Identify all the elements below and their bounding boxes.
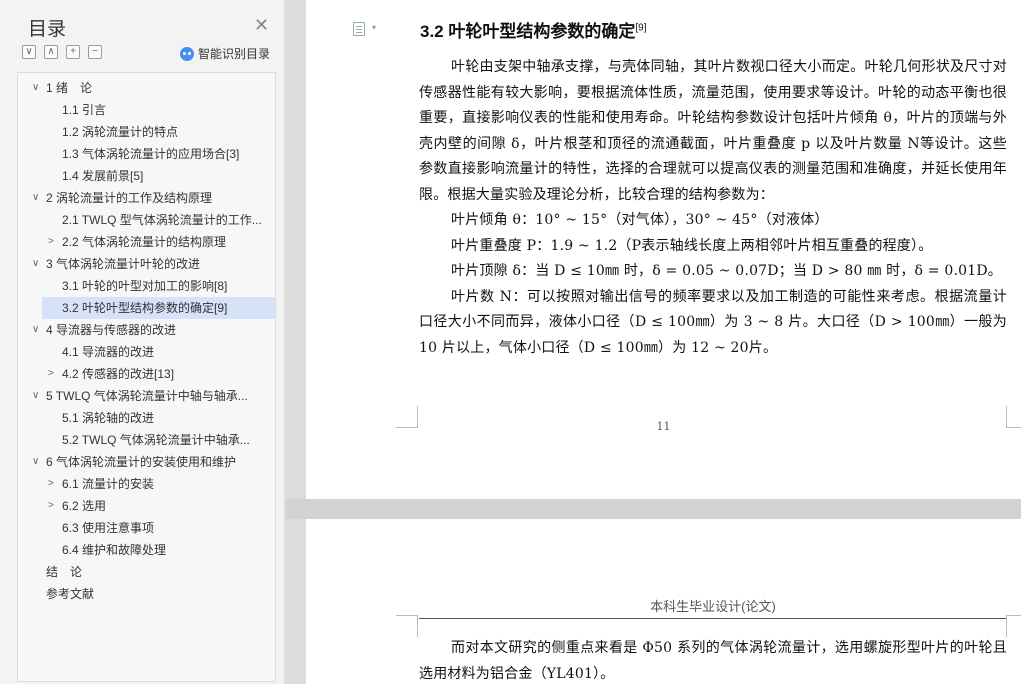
page-number: 11 <box>656 420 671 433</box>
chevron-right-icon[interactable]: > <box>48 363 54 385</box>
toc-item[interactable]: 1.4 发展前景[5] <box>18 165 275 187</box>
toc-item-label: 6.2 选用 <box>62 499 107 513</box>
body-text: 而对本文研究的侧重点来看是 Φ50 系列的气体涡轮流量计，选用螺旋形型叶片的叶轮… <box>419 636 1007 684</box>
toc-item-label: 参考文献 <box>46 587 95 601</box>
body-text: 叶轮由支架中轴承支撑，与壳体同轴，其叶片数视口径大小而定。叶轮几何形状及尺寸对传… <box>419 55 1007 361</box>
margin-marker <box>396 615 418 637</box>
toc-item[interactable]: 6.4 维护和故障处理 <box>18 539 275 561</box>
toc-item[interactable]: ∨ 5 TWLQ 气体涡轮流量计中轴与轴承... <box>18 385 275 407</box>
toc-item[interactable]: >6.2 选用 <box>18 495 275 517</box>
toc-item[interactable]: 1.2 涡轮流量计的特点 <box>18 121 275 143</box>
collapse-all-button[interactable]: ∨ <box>22 45 36 59</box>
paragraph: 叶片重叠度 P：1.9 ~ 1.2（P表示轴线长度上两相邻叶片相互重叠的程度）。 <box>451 237 933 254</box>
toc-item-label: 5 TWLQ 气体涡轮流量计中轴与轴承... <box>46 389 248 403</box>
toc-item-label: 4.2 传感器的改进[13] <box>62 367 175 381</box>
chevron-down-icon[interactable]: ∨ <box>32 187 39 209</box>
toc-item-label: 6.1 流量计的安装 <box>62 477 155 491</box>
toc-item[interactable]: 3.2 叶轮叶型结构参数的确定[9] <box>42 297 275 319</box>
toc-toolbar: ∨ ∧ + − <box>22 45 102 61</box>
toc-title: 目录 <box>28 19 67 40</box>
toc-item[interactable]: ∨ 4 导流器与传感器的改进 <box>18 319 275 341</box>
toc-item[interactable]: ∨ 6 气体涡轮流量计的安装使用和维护 <box>18 451 275 473</box>
toc-item[interactable]: 3.1 叶轮的叶型对加工的影响[8] <box>18 275 275 297</box>
add-heading-button[interactable]: + <box>66 45 80 59</box>
toc-item[interactable]: >4.2 传感器的改进[13] <box>18 363 275 385</box>
toc-pane: 目录 ✕ ∨ ∧ + − 智能识别目录 ∨ 1 绪 论 1.1 引言 1.2 涡轮流量… <box>0 0 285 684</box>
document-page: 本科生毕业设计(论文) 而对本文研究的侧重点来看是 Φ50 系列的气体涡轮流量计… <box>306 519 1021 684</box>
toc-item[interactable]: 结 论 <box>18 561 275 583</box>
smart-toc-button[interactable]: 智能识别目录 <box>180 45 270 62</box>
toc-item[interactable]: >2.2 气体涡轮流量计的结构原理 <box>18 231 275 253</box>
paragraph: 叶片倾角 θ：10° ~ 15°（对气体），30° ~ 45°（对液体） <box>451 212 829 228</box>
smart-toc-label: 智能识别目录 <box>198 47 271 61</box>
toc-item-label: 4 导流器与传感器的改进 <box>46 323 177 337</box>
citation-ref: [9] <box>635 22 647 34</box>
paragraph: 叶片数 N：可以按照对输出信号的频率要求以及加工制造的可能性来考虑。根据流量计口… <box>419 288 1007 356</box>
toc-item-label: 5.1 涡轮轴的改进 <box>62 411 155 425</box>
page-separator <box>286 499 1021 519</box>
chevron-down-icon[interactable]: ∨ <box>32 451 39 473</box>
chevron-down-icon[interactable]: ∨ <box>32 319 39 341</box>
toc-item-label: 1.4 发展前景[5] <box>62 169 144 183</box>
toc-item[interactable]: 1.3 气体涡轮流量计的应用场合[3] <box>18 143 275 165</box>
toc-item-label: 3.2 叶轮叶型结构参数的确定[9] <box>62 301 228 315</box>
document-icon[interactable] <box>353 22 365 36</box>
chevron-down-icon[interactable]: ∨ <box>32 385 39 407</box>
toc-item-label: 2.1 TWLQ 型气体涡轮流量计的工作... <box>62 213 262 227</box>
paragraph: 叶轮由支架中轴承支撑，与壳体同轴，其叶片数视口径大小而定。叶轮几何形状及尺寸对传… <box>419 59 1007 203</box>
document-area[interactable]: ▾ 3.2 叶轮叶型结构参数的确定[9] 叶轮由支架中轴承支撑，与壳体同轴，其叶… <box>286 0 1021 684</box>
toc-item[interactable]: 1.1 引言 <box>18 99 275 121</box>
toc-item-label: 4.1 导流器的改进 <box>62 345 155 359</box>
chevron-right-icon[interactable]: > <box>48 231 54 253</box>
toc-item[interactable]: ∨ 3 气体涡轮流量计叶轮的改进 <box>18 253 275 275</box>
chevron-down-icon[interactable]: ∨ <box>32 253 39 275</box>
toc-item-label: 5.2 TWLQ 气体涡轮流量计中轴承... <box>62 433 250 447</box>
toc-item[interactable]: 5.1 涡轮轴的改进 <box>18 407 275 429</box>
toc-item-label: 3.1 叶轮的叶型对加工的影响[8] <box>62 279 228 293</box>
section-heading: 3.2 叶轮叶型结构参数的确定[9] <box>420 22 647 41</box>
toc-item-label: 1 绪 论 <box>46 81 93 95</box>
document-page: ▾ 3.2 叶轮叶型结构参数的确定[9] 叶轮由支架中轴承支撑，与壳体同轴，其叶… <box>306 0 1021 499</box>
toc-item-label: 3 气体涡轮流量计叶轮的改进 <box>46 257 201 271</box>
toc-item-label: 1.3 气体涡轮流量计的应用场合[3] <box>62 147 240 161</box>
expand-up-button[interactable]: ∧ <box>44 45 58 59</box>
running-header: 本科生毕业设计(论文) <box>419 596 1007 619</box>
toc-item[interactable]: ∨ 2 涡轮流量计的工作及结构原理 <box>18 187 275 209</box>
toc-item[interactable]: 2.1 TWLQ 型气体涡轮流量计的工作... <box>18 209 275 231</box>
close-icon[interactable]: ✕ <box>254 15 269 35</box>
toc-item[interactable]: ∨ 1 绪 论 <box>18 77 275 99</box>
toc-item-label: 1.2 涡轮流量计的特点 <box>62 125 179 139</box>
toc-item-label: 6.4 维护和故障处理 <box>62 543 167 557</box>
paragraph: 叶片顶隙 δ：当 D ≤ 10㎜ 时，δ = 0.05 ~ 0.07D；当 D … <box>451 263 1002 279</box>
chevron-down-icon[interactable]: ∨ <box>32 77 39 99</box>
chevron-right-icon[interactable]: > <box>48 473 54 495</box>
margin-marker <box>1006 615 1021 637</box>
remove-heading-button[interactable]: − <box>88 45 102 59</box>
chevron-down-icon[interactable]: ▾ <box>372 23 376 32</box>
toc-item[interactable]: >6.1 流量计的安装 <box>18 473 275 495</box>
toc-item-label: 6.3 使用注意事项 <box>62 521 155 535</box>
toc-item-label: 2 涡轮流量计的工作及结构原理 <box>46 191 213 205</box>
toc-item-label: 2.2 气体涡轮流量计的结构原理 <box>62 235 227 249</box>
toc-item-label: 结 论 <box>46 565 83 579</box>
toc-item-label: 6 气体涡轮流量计的安装使用和维护 <box>46 455 237 469</box>
toc-item[interactable]: 参考文献 <box>18 583 275 605</box>
toc-item-label: 1.1 引言 <box>62 103 107 117</box>
chevron-right-icon[interactable]: > <box>48 495 54 517</box>
toc-list: ∨ 1 绪 论 1.1 引言 1.2 涡轮流量计的特点 1.3 气体涡轮流量计的应用场合… <box>18 77 275 605</box>
toc-item[interactable]: 4.1 导流器的改进 <box>18 341 275 363</box>
toc-tree: ∨ 1 绪 论 1.1 引言 1.2 涡轮流量计的特点 1.3 气体涡轮流量计的应用场合… <box>17 72 276 682</box>
toc-item[interactable]: 5.2 TWLQ 气体涡轮流量计中轴承... <box>18 429 275 451</box>
robot-icon <box>180 46 194 61</box>
paragraph: 而对本文研究的侧重点来看是 Φ50 系列的气体涡轮流量计，选用螺旋形型叶片的叶轮… <box>419 640 1007 682</box>
toc-item[interactable]: 6.3 使用注意事项 <box>18 517 275 539</box>
